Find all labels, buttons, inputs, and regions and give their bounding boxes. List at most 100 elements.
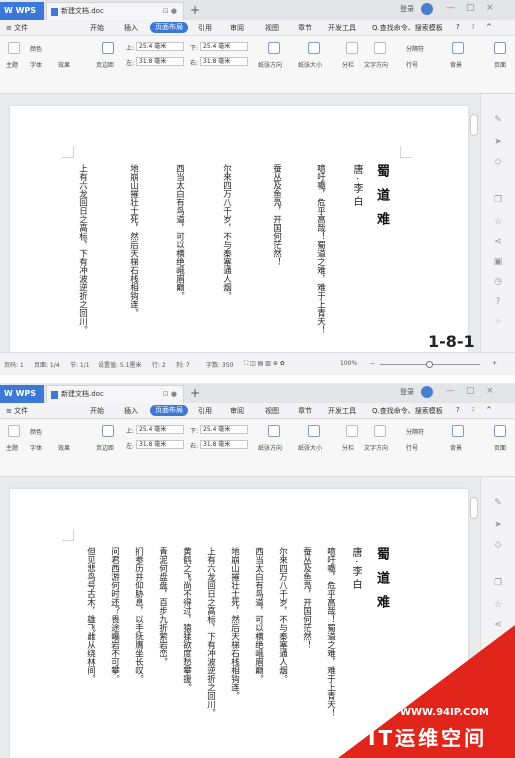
menu-item-developer[interactable]: 开发工具 [328, 23, 356, 33]
page-border-button[interactable]: 页面 [494, 60, 506, 69]
grid-icon[interactable]: ⁘ [491, 316, 505, 328]
status-words[interactable]: 字数: 350 [206, 360, 233, 369]
login-link[interactable]: 登录 [400, 4, 414, 14]
file-menu[interactable]: ≡ 文件 [6, 406, 28, 416]
text-direction-button[interactable]: 文字方向 [364, 60, 388, 69]
menu-item-start[interactable]: 开始 [90, 406, 104, 416]
minimize-icon[interactable]: — [446, 386, 455, 396]
menu-item-review[interactable]: 审阅 [230, 406, 244, 416]
vertical-scrollbar[interactable] [470, 114, 478, 136]
status-section[interactable]: 节: 1/1 [70, 360, 90, 369]
effects-button[interactable]: 效果 [58, 60, 70, 69]
margins-button[interactable]: 页边距 [96, 443, 114, 452]
theme-icon[interactable] [8, 425, 20, 437]
line-numbers-button[interactable]: 行号 [406, 443, 418, 452]
orientation-button[interactable]: 纸张方向 [258, 60, 282, 69]
page-border-icon[interactable] [494, 42, 506, 54]
breaks-button[interactable]: 分隔符 [406, 427, 424, 436]
zoom-slider-handle[interactable] [426, 361, 433, 368]
paper-size-icon[interactable] [308, 425, 320, 437]
menu-item-page-layout[interactable]: 页面布局 [150, 22, 188, 33]
collapse-ribbon-icon[interactable]: ^ [486, 406, 492, 414]
margins-icon[interactable] [102, 425, 114, 437]
menu-item-view[interactable]: 视图 [265, 23, 279, 33]
document-tab[interactable]: 新建文档.doc ⊡ ● [46, 385, 184, 403]
menu-item-insert[interactable]: 插入 [124, 23, 138, 33]
zoom-level[interactable]: 100% [340, 360, 357, 367]
login-link[interactable]: 登录 [400, 387, 414, 397]
status-col[interactable]: 列: 7 [176, 360, 190, 369]
fonts-button[interactable]: 字体 [30, 443, 42, 452]
shape-icon[interactable]: ◇ [491, 539, 505, 551]
left-margin-field[interactable]: 31.8 毫米 [136, 440, 184, 449]
cursor-icon[interactable]: ➤ [491, 519, 505, 531]
share-icon[interactable]: ⋖ [491, 236, 505, 248]
right-margin-field[interactable]: 31.8 毫米 [200, 440, 248, 449]
maximize-icon[interactable]: □ [466, 386, 475, 396]
document-page[interactable]: 蜀道难 唐·李白 噫吁嚱，危乎高哉！蜀道之难，难于上青天！ 蚕丛及鱼凫，开国何茫… [10, 106, 468, 352]
document-tab[interactable]: 新建文档.doc ⊡ ● [46, 2, 184, 20]
colors-button[interactable]: 颜色 [30, 427, 42, 436]
menu-item-insert[interactable]: 插入 [124, 406, 138, 416]
doc-icon[interactable]: ▣ [491, 256, 505, 268]
effects-button[interactable]: 效果 [58, 443, 70, 452]
copy-icon[interactable]: ❐ [491, 194, 505, 206]
menu-item-page-layout[interactable]: 页面布局 [150, 405, 188, 416]
orientation-icon[interactable] [268, 42, 280, 54]
avatar[interactable] [421, 3, 433, 15]
bottom-margin-field[interactable]: 25.4 毫米 [200, 42, 248, 51]
top-margin-field[interactable]: 25.4 毫米 [136, 42, 184, 51]
orientation-button[interactable]: 纸张方向 [258, 443, 282, 452]
background-button[interactable]: 背景 [450, 443, 462, 452]
tab-controls[interactable]: ⊡ ● [163, 3, 177, 20]
breaks-button[interactable]: 分隔符 [406, 44, 424, 53]
minimize-icon[interactable]: — [446, 3, 455, 13]
new-tab-button[interactable]: + [190, 2, 200, 18]
paper-size-icon[interactable] [308, 42, 320, 54]
pen-icon[interactable]: ✎ [491, 114, 505, 126]
zoom-out-button[interactable]: − [370, 360, 375, 367]
left-margin-field[interactable]: 31.8 毫米 [136, 57, 184, 66]
menu-item-chapter[interactable]: 章节 [298, 406, 312, 416]
star-icon[interactable]: ☆ [491, 216, 505, 228]
background-icon[interactable] [452, 425, 464, 437]
margins-icon[interactable] [102, 42, 114, 54]
line-numbers-button[interactable]: 行号 [406, 60, 418, 69]
text-direction-button[interactable]: 文字方向 [364, 443, 388, 452]
columns-button[interactable]: 分栏 [342, 443, 354, 452]
star-icon[interactable]: ☆ [491, 599, 505, 611]
help-icon[interactable]: ? [456, 23, 460, 31]
file-menu[interactable]: ≡ 文件 [6, 23, 28, 33]
more-icon[interactable]: ⁝ [472, 23, 474, 31]
top-margin-field[interactable]: 25.4 毫米 [136, 425, 184, 434]
search-command[interactable]: Q.查找命令、搜索模板 [372, 23, 443, 33]
columns-button[interactable]: 分栏 [342, 60, 354, 69]
menu-item-review[interactable]: 审阅 [230, 23, 244, 33]
status-row[interactable]: 行: 2 [152, 360, 166, 369]
paper-size-button[interactable]: 纸张大小 [298, 60, 322, 69]
orientation-icon[interactable] [268, 425, 280, 437]
theme-label[interactable]: 主题 [6, 443, 18, 452]
margins-button[interactable]: 页边距 [96, 60, 114, 69]
close-icon[interactable]: × [486, 386, 494, 396]
pen-icon[interactable]: ✎ [491, 497, 505, 509]
columns-icon[interactable] [346, 42, 358, 54]
bottom-margin-field[interactable]: 25.4 毫米 [200, 425, 248, 434]
page-border-icon[interactable] [494, 425, 506, 437]
search-command[interactable]: Q.查找命令、搜索模板 [372, 406, 443, 416]
zoom-in-button[interactable]: + [492, 360, 497, 367]
wps-home-tab[interactable]: W WPS [0, 385, 44, 403]
text-direction-icon[interactable] [374, 42, 386, 54]
menu-item-start[interactable]: 开始 [90, 23, 104, 33]
tab-controls[interactable]: ⊡ ● [163, 386, 177, 403]
background-button[interactable]: 背景 [450, 60, 462, 69]
help-circle-icon[interactable]: ? [491, 296, 505, 308]
view-mode-icons[interactable]: ⛶ ◫ ▤ ▥ ⊕ ✿ [244, 360, 285, 368]
vertical-scrollbar[interactable] [470, 497, 478, 519]
columns-icon[interactable] [346, 425, 358, 437]
menu-item-developer[interactable]: 开发工具 [328, 406, 356, 416]
menu-item-references[interactable]: 引用 [198, 406, 212, 416]
menu-item-chapter[interactable]: 章节 [298, 23, 312, 33]
collapse-ribbon-icon[interactable]: ^ [486, 23, 492, 31]
status-pages[interactable]: 页面: 1/4 [34, 360, 60, 369]
